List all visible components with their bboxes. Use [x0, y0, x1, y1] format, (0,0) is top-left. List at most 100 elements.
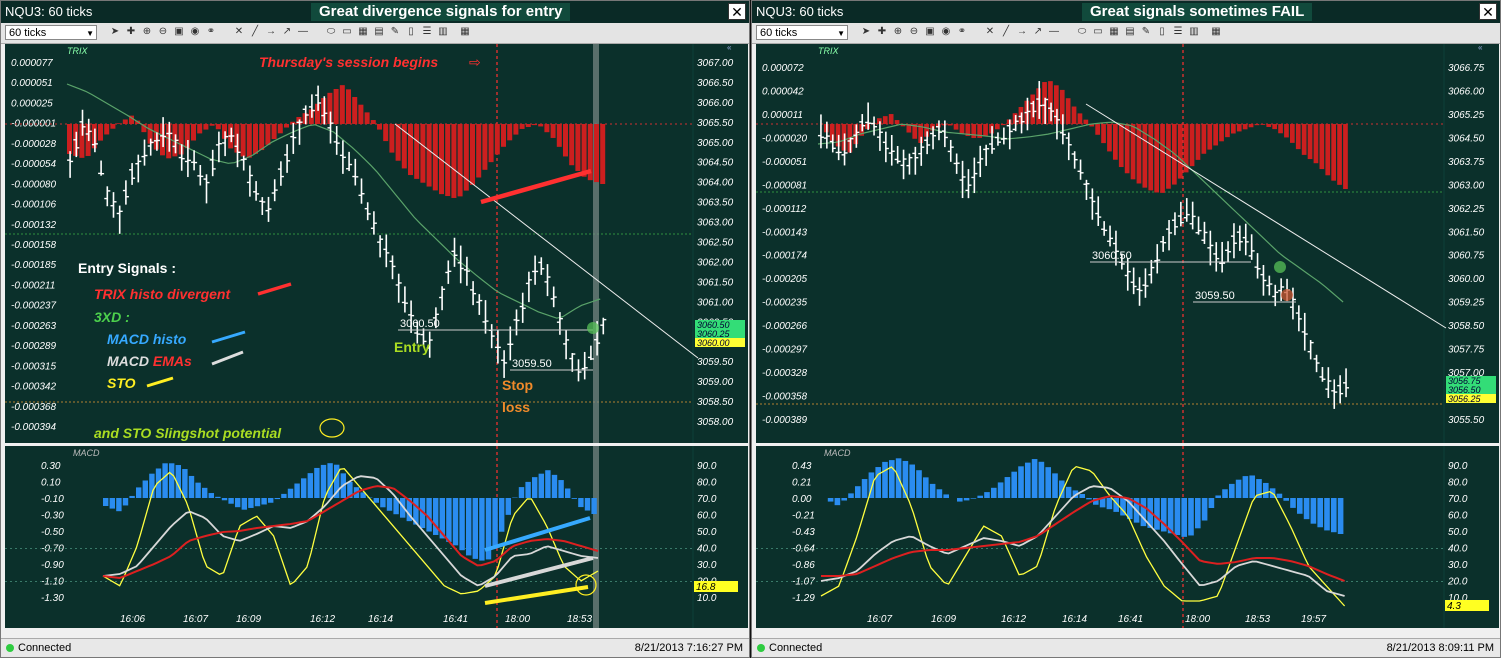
ellipse-tool-icon[interactable]: ⬭ — [1076, 26, 1088, 38]
right-macd-pane[interactable]: MACD 0.43 0.21 0.00 -0.21 -0.43 -0.64 -0.86 -1.0… — [756, 446, 1499, 628]
arrow-tool-icon[interactable]: → — [265, 26, 277, 38]
trix-histogram-bar — [98, 124, 103, 141]
left-trix-pane[interactable]: TRIX « 0.000077 0.000051 0.000025 -0.000001 -0… — [5, 43, 748, 443]
macd-histogram-bar — [943, 494, 949, 498]
layout-icon[interactable]: ▦ — [1210, 26, 1222, 38]
time-axis-label: 16:14 — [368, 614, 393, 625]
ray-tool-icon[interactable]: ↗ — [281, 26, 293, 38]
macd-histogram-bar — [916, 470, 922, 498]
eye-icon[interactable]: ◉ — [189, 26, 201, 38]
table-icon[interactable]: ▥ — [1188, 26, 1200, 38]
properties-icon[interactable]: ☰ — [421, 26, 433, 38]
macd-histogram-bar — [584, 498, 591, 511]
layout-icon[interactable]: ▦ — [459, 26, 471, 38]
trix-histogram-bar — [581, 124, 587, 177]
trix-histogram-bar — [395, 124, 401, 161]
interval-select[interactable]: 60 ticks ▼ — [756, 25, 848, 40]
macd-histogram-bar — [129, 495, 135, 498]
macd-histogram-bar — [1086, 498, 1092, 500]
sto-axis-label: 90.0 — [1448, 461, 1468, 472]
doc-icon[interactable]: ▯ — [1156, 26, 1168, 38]
arrow-tool-icon[interactable]: → — [1016, 26, 1028, 38]
ray-tool-icon[interactable]: ↗ — [1032, 26, 1044, 38]
macd-histogram-bar — [1331, 498, 1337, 533]
macd-histogram-bar — [861, 479, 868, 498]
zoom-in-icon[interactable]: ⊕ — [892, 26, 904, 38]
rect-tool-icon[interactable]: ▭ — [1092, 26, 1104, 38]
link-icon[interactable]: ⚭ — [956, 26, 968, 38]
doc-icon[interactable]: ▯ — [405, 26, 417, 38]
price-axis-label: 3065.25 — [1448, 110, 1485, 121]
annotation-swatch — [257, 282, 292, 296]
delete-icon[interactable]: ✕ — [233, 26, 245, 38]
price-axis-label: 3061.00 — [697, 297, 734, 308]
macd-histogram-bar — [1201, 498, 1208, 521]
rect-tool-icon[interactable]: ▭ — [341, 26, 353, 38]
trix-histogram-bar — [519, 124, 525, 129]
macd-axis-label: 0.43 — [792, 461, 812, 472]
delete-icon[interactable]: ✕ — [984, 26, 996, 38]
close-icon[interactable]: ✕ — [728, 3, 746, 20]
trix-histogram-bar — [116, 123, 122, 124]
macd-histogram-bar — [446, 498, 452, 542]
macd-histogram-bar — [1208, 498, 1215, 508]
zoom-box-icon[interactable]: ▣ — [173, 26, 185, 38]
text-tool-icon[interactable]: ▤ — [373, 26, 385, 38]
trix-histogram-bar — [1301, 124, 1307, 155]
trix-histogram-bar — [408, 124, 413, 176]
left-macd-sto-chart: MACD0.300.10-0.10-0.30-0.50-0.70-0.90-1.… — [5, 446, 738, 628]
interval-select[interactable]: 60 ticks ▼ — [5, 25, 97, 40]
hline-tool-icon[interactable]: ― — [297, 26, 309, 38]
trend-line — [394, 123, 699, 359]
crosshair-icon[interactable]: ✚ — [876, 26, 888, 38]
eye-icon[interactable]: ◉ — [940, 26, 952, 38]
hline-tool-icon[interactable]: ― — [1048, 26, 1060, 38]
link-icon[interactable]: ⚭ — [205, 26, 217, 38]
trix-axis-label: 0.000077 — [11, 58, 53, 69]
interval-value: 60 ticks — [9, 27, 47, 39]
macd-histogram-bar — [261, 498, 267, 505]
macd-histogram-bar — [827, 498, 834, 502]
pencil-icon[interactable]: ✎ — [1140, 26, 1152, 38]
time-axis-label: 16:41 — [443, 614, 468, 625]
macd-axis-label: 0.30 — [41, 461, 61, 472]
trix-histogram-bar — [358, 104, 364, 124]
line-tool-icon[interactable]: ╱ — [1000, 26, 1012, 38]
trix-histogram-bar — [1077, 113, 1083, 124]
sto-axis-label: 10.0 — [697, 593, 717, 604]
ellipse-tool-icon[interactable]: ⬭ — [325, 26, 337, 38]
zoom-out-icon[interactable]: ⊖ — [908, 26, 920, 38]
line-tool-icon[interactable]: ╱ — [249, 26, 261, 38]
zoom-in-icon[interactable]: ⊕ — [141, 26, 153, 38]
close-icon[interactable]: ✕ — [1479, 3, 1497, 20]
cursor-icon[interactable]: ➤ — [109, 26, 121, 38]
macd-histogram-bar — [963, 498, 970, 501]
price-axis-label: 3066.75 — [1448, 63, 1485, 74]
zoom-out-icon[interactable]: ⊖ — [157, 26, 169, 38]
price-axis-label: 3058.50 — [1448, 321, 1485, 332]
trix-histogram-bar — [426, 124, 432, 187]
cursor-icon[interactable]: ➤ — [860, 26, 872, 38]
text-tool-icon[interactable]: ▤ — [1124, 26, 1136, 38]
right-toolbar: 60 ticks ▼ ➤ ✚ ⊕ ⊖ ▣ ◉ ⚭ ✕ ╱ → ↗ ― ⬭ ▭ ▦ … — [752, 23, 1500, 44]
price-axis-label: 3055.50 — [1448, 415, 1485, 426]
grid-icon[interactable]: ▦ — [1108, 26, 1120, 38]
price-axis-label: 3063.50 — [697, 198, 734, 209]
right-trix-pane[interactable]: TRIX « 0.000072 0.000042 0.000011 -0.000020 -0… — [756, 43, 1499, 443]
annotation-macd-emas: MACD EMAs — [107, 353, 192, 369]
trix-axis-label: -0.000112 — [762, 204, 807, 215]
trix-histogram-bar — [1083, 119, 1089, 124]
crosshair-icon[interactable]: ✚ — [125, 26, 137, 38]
sto-axis-label: 80.0 — [1448, 478, 1468, 489]
properties-icon[interactable]: ☰ — [1172, 26, 1184, 38]
left-macd-pane[interactable]: MACD 0.30 0.10 -0.10 -0.30 -0.50 -0.70 -0.90 -1.… — [5, 446, 748, 628]
macd-histogram-bar — [499, 498, 505, 532]
macd-histogram-bar — [452, 498, 459, 546]
macd-axis-label: 0.00 — [792, 494, 812, 505]
table-icon[interactable]: ▥ — [437, 26, 449, 38]
zoom-box-icon[interactable]: ▣ — [924, 26, 936, 38]
grid-icon[interactable]: ▦ — [357, 26, 369, 38]
macd-histogram-bar — [169, 463, 175, 498]
connection-status: Connected — [769, 642, 823, 654]
pencil-icon[interactable]: ✎ — [389, 26, 401, 38]
